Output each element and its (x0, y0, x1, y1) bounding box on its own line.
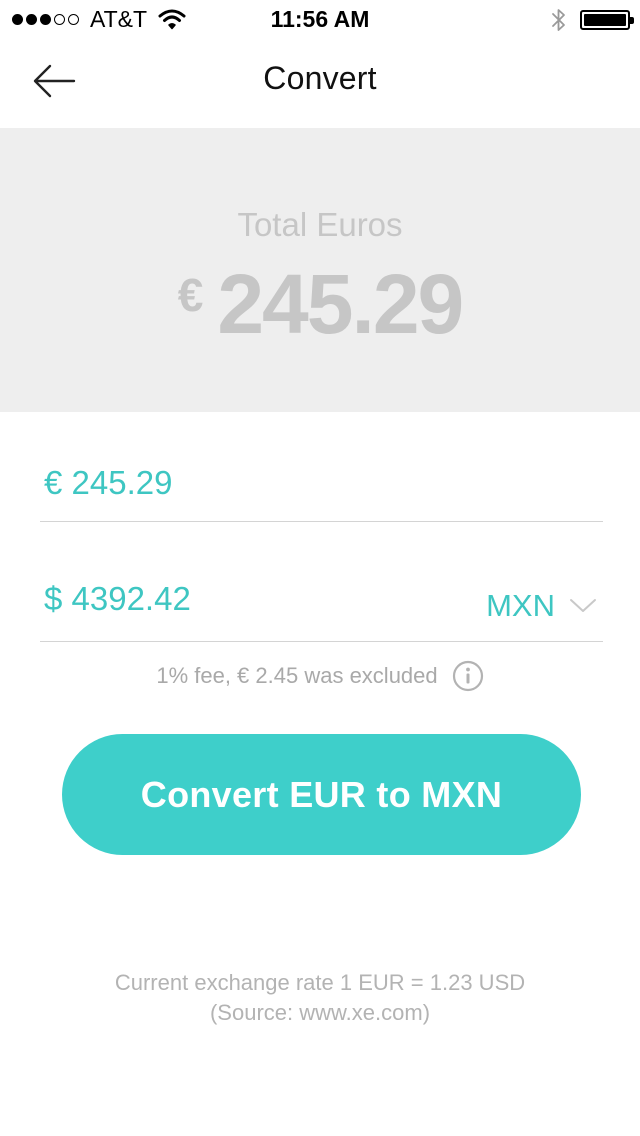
convert-screen: AT&T 11:56 AM Convert Total Euros €245.2… (0, 0, 640, 1136)
fee-text: 1% fee, € 2.45 was excluded (156, 663, 438, 688)
total-euros-panel: Total Euros €245.29 (0, 128, 640, 412)
page-title: Convert (263, 60, 377, 96)
chevron-down-icon (570, 599, 596, 612)
converted-amount-field: MXN (40, 566, 603, 642)
info-icon[interactable] (452, 660, 484, 692)
total-amount: €245.29 (0, 256, 640, 353)
currency-label: MXN (486, 588, 555, 623)
status-bar: AT&T 11:56 AM (0, 0, 640, 40)
navigation-bar: Convert (0, 40, 640, 128)
battery-fill (584, 14, 626, 26)
euro-amount-field (40, 450, 603, 522)
fee-note: 1% fee, € 2.45 was excluded (0, 660, 640, 692)
convert-button[interactable]: Convert EUR to MXN (62, 734, 581, 855)
status-time: 11:56 AM (270, 6, 370, 32)
total-label: Total Euros (237, 206, 403, 243)
battery-nub (630, 17, 634, 24)
exchange-rate-text: Current exchange rate 1 EUR = 1.23 USD (114, 970, 526, 995)
exchange-rate-source: (Source: www.xe.com) (209, 1000, 431, 1025)
battery-icon (580, 10, 634, 30)
euro-amount-input[interactable] (44, 464, 424, 502)
total-currency-symbol: € (177, 269, 204, 321)
converted-amount-input[interactable] (44, 580, 424, 618)
convert-button-label: Convert EUR to MXN (140, 773, 503, 815)
currency-dropdown[interactable]: MXN (486, 588, 597, 624)
total-value: 245.29 (217, 257, 464, 351)
bluetooth-icon (552, 9, 565, 31)
